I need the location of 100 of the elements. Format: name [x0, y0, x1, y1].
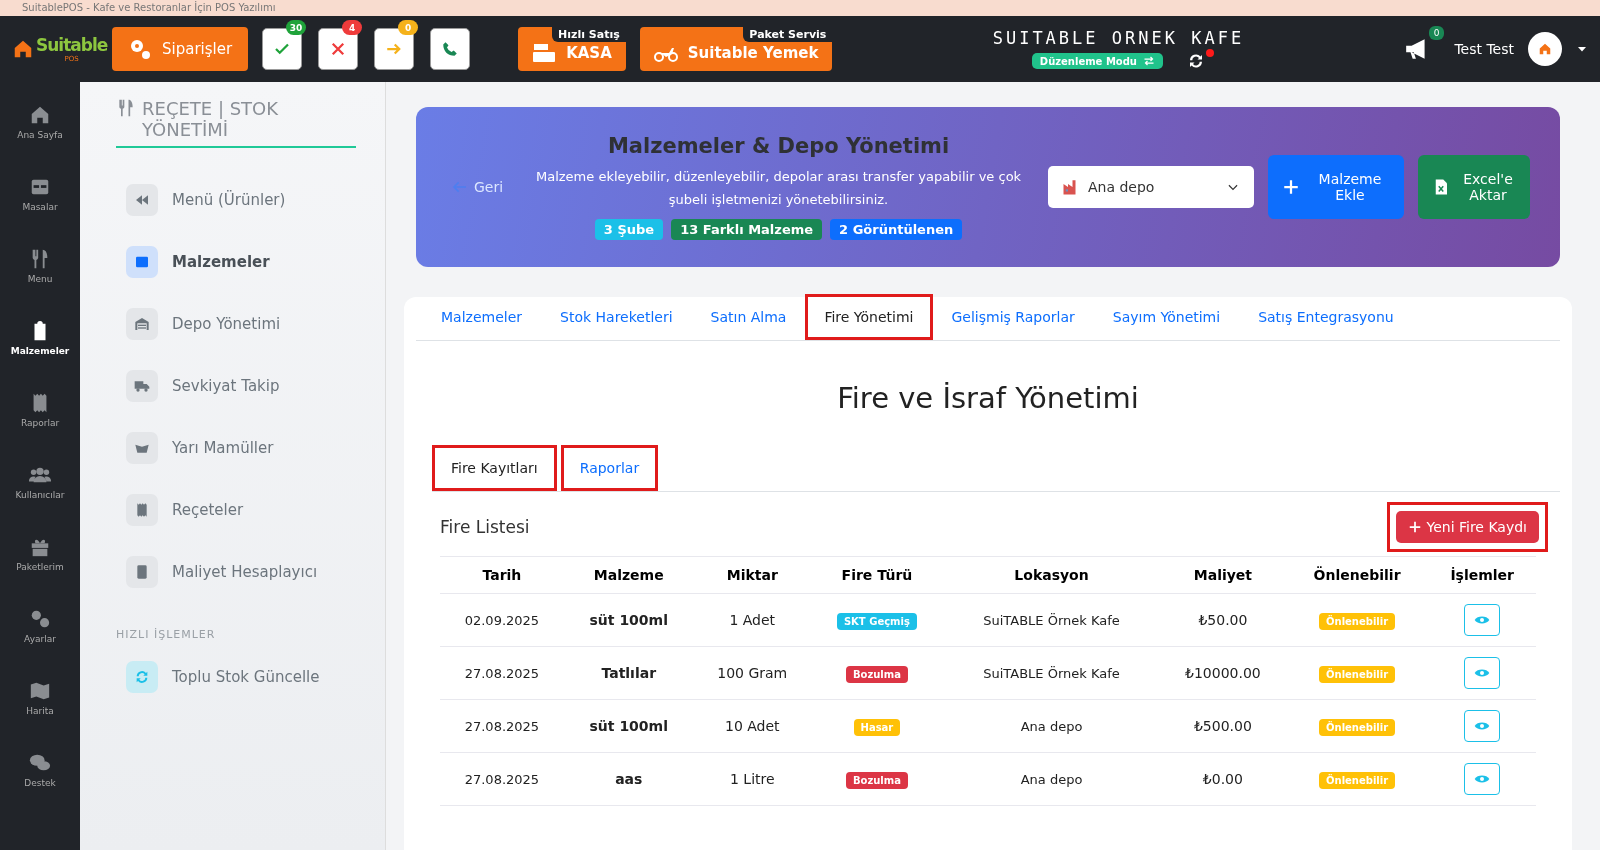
button-tag: Hızlı Satış [552, 27, 626, 42]
stat-badge: 13 Farklı Malzeme [671, 218, 823, 240]
refresh-icon [1187, 52, 1205, 70]
button-label: KASA [566, 44, 612, 62]
sync-icon [134, 669, 150, 685]
column-header: Malzeme [563, 556, 694, 594]
utensils-icon [116, 98, 136, 118]
section-heading: HIZLI İŞLEMLER [116, 628, 217, 641]
nav-item[interactable]: Menu [27, 248, 53, 284]
table-cell: 27.08.2025 [440, 752, 564, 806]
nav-item[interactable]: Kullanıcılar [15, 464, 65, 500]
nav-item[interactable]: Destek [24, 752, 56, 788]
section-title: Fire ve İsraf Yönetimi [836, 381, 1140, 415]
window-title: SuitablePOS - Kafe ve Restoranlar İçin POS Yazılımı [22, 2, 276, 14]
table-cell: Ana depo [943, 699, 1161, 753]
user-name[interactable]: Test Test [1454, 41, 1514, 57]
type-tag: Bozulma [845, 665, 908, 683]
cash-register-icon [532, 41, 557, 65]
tab[interactable]: Satın Alma [691, 294, 806, 340]
nav-item[interactable]: Masalar [22, 176, 58, 212]
button-tag: Paket Servis [743, 27, 833, 42]
table-cell: SuiTABLE Örnek Kafe [943, 646, 1161, 700]
nav-item[interactable]: Ana Sayfa [17, 104, 63, 140]
button-label: Suitable Yemek [687, 44, 819, 62]
export-button[interactable]: Excel'e Aktar [1418, 155, 1530, 219]
notification-badge: 0 [1428, 26, 1445, 40]
table-cell: 27.08.2025 [440, 646, 564, 700]
status-tag: Önlenebilir [1319, 771, 1396, 789]
box-icon [134, 254, 150, 270]
status-tag: Önlenebilir [1319, 612, 1396, 630]
sidebar-item[interactable]: Sevkiyat Takip [126, 370, 385, 402]
sidebar-item[interactable]: Depo Yönetimi [126, 308, 385, 340]
add-button[interactable]: Malzeme Ekle [1268, 155, 1404, 219]
table-cell: ₺10000.00 [1160, 646, 1286, 700]
phone-icon [441, 40, 460, 58]
table-cell: aas [563, 752, 694, 806]
plus-icon [1282, 178, 1300, 196]
table-cell: 1 Litre [693, 752, 811, 806]
list-title: Fire Listesi [440, 517, 530, 537]
count-badge: 0 [398, 20, 419, 35]
type-tag: Hasar [853, 718, 901, 736]
nav-item[interactable]: Raporlar [20, 392, 60, 428]
sidebar-item[interactable]: Menü (Ürünler) [126, 184, 385, 216]
left-arrow-icon [452, 179, 468, 195]
tab[interactable]: Stok Hareketleri [541, 294, 692, 340]
tab[interactable]: Raporlar [560, 445, 659, 491]
tab[interactable]: Malzemeler [422, 294, 542, 340]
table-cell: Tatlılar [563, 646, 694, 700]
column-header: İşlemler [1428, 556, 1536, 594]
logo-name: Suitable [36, 35, 108, 55]
table-cell: 100 Gram [693, 646, 811, 700]
table-cell: Ana depo [943, 752, 1161, 806]
sidebar-item[interactable]: Toplu Stok Güncelle [126, 661, 385, 693]
stat-badge: 3 Şube [594, 218, 664, 240]
new-record-button[interactable]: Yeni Fire Kaydı [1396, 511, 1539, 543]
count-badge: 30 [286, 20, 307, 35]
sidebar-title: REÇETE | STOK YÖNETİMİ [142, 98, 280, 140]
tab[interactable]: Satış Entegrasyonu [1239, 294, 1413, 340]
column-header: Miktar [693, 556, 811, 594]
table-cell: 10 Adet [693, 699, 811, 753]
nav-item[interactable]: Harita [26, 680, 54, 716]
type-tag: SKT Geçmiş [836, 612, 917, 630]
table-cell: 02.09.2025 [440, 593, 564, 647]
tab[interactable]: Gelişmiş Raporlar [932, 294, 1094, 340]
alert-dot [1206, 49, 1214, 57]
sidebar-item[interactable]: Reçeteler [126, 494, 385, 526]
map-icon [29, 680, 51, 702]
table-cell: süt 100ml [563, 699, 694, 753]
column-header: Maliyet [1160, 556, 1286, 594]
table-cell: ₺0.00 [1160, 752, 1286, 806]
sidebar-item[interactable]: Malzemeler [126, 246, 385, 278]
sidebar-item[interactable]: Yarı Mamüller [126, 432, 385, 464]
depot-select[interactable]: Ana depo [1048, 166, 1254, 208]
count-badge: 4 [342, 20, 363, 35]
receipt-icon [134, 502, 150, 518]
quick-button[interactable]: Hızlı Satış KASA [518, 27, 626, 71]
quick-button[interactable]: Paket Servis Suitable Yemek [639, 27, 833, 71]
table-cell: ₺500.00 [1160, 699, 1286, 753]
status-tag: Önlenebilir [1319, 718, 1396, 736]
column-header: Önlenebilir [1285, 556, 1429, 594]
stat-badge: 2 Görüntülenen [830, 218, 963, 240]
tab[interactable]: Sayım Yönetimi [1093, 294, 1240, 340]
nav-item[interactable]: Paketlerim [16, 536, 64, 572]
banner-description: Malzeme ekleyebilir, düzenleyebilir, depolar arası transfer yapabilir ve çok şubeli işletmenizi yönetebilirsiniz. [534, 168, 1023, 209]
plus-icon [1408, 520, 1423, 534]
nav-item[interactable]: Malzemeler [10, 320, 70, 356]
table-cell: süt 100ml [563, 593, 694, 647]
nav-item[interactable]: Ayarlar [24, 608, 56, 644]
tab[interactable]: Fire Kayıtları [432, 445, 557, 491]
sidebar-item[interactable]: Maliyet Hesaplayıcı [126, 556, 385, 588]
tab[interactable]: Fire Yönetimi [805, 294, 933, 340]
back-link[interactable]: Geri [446, 178, 510, 196]
swap-icon [1143, 55, 1155, 67]
warehouse-icon [134, 316, 150, 332]
orders-button[interactable]: Siparişler [112, 27, 249, 71]
type-tag: Bozulma [845, 771, 908, 789]
status-button[interactable] [430, 28, 471, 70]
truck-icon [134, 378, 150, 394]
avatar[interactable] [1528, 32, 1562, 66]
column-header: Tarih [440, 556, 564, 594]
